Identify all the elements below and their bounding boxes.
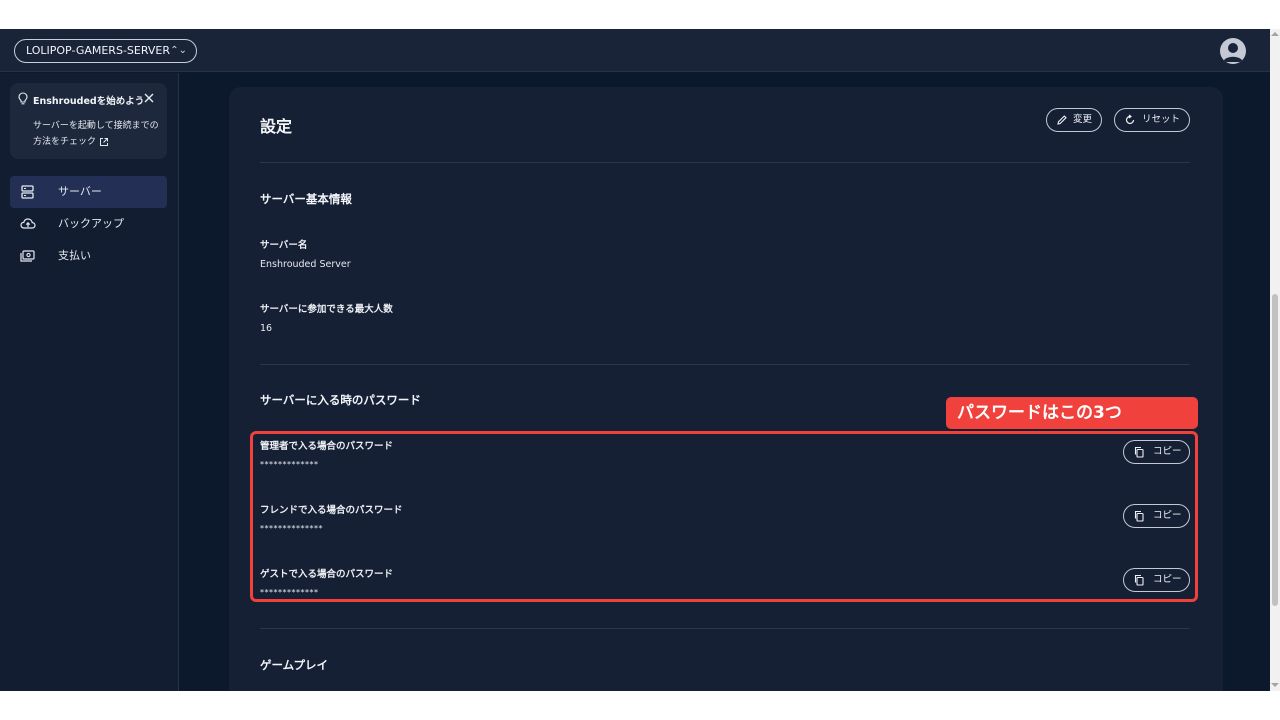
cloud-upload-icon — [20, 218, 36, 229]
sidebar-item-label: バックアップ — [58, 217, 124, 230]
password-section-title: サーバーに入る時のパスワード — [260, 393, 421, 407]
sidebar-item-label: サーバー — [58, 185, 102, 198]
scrollbar[interactable] — [1270, 29, 1280, 691]
max-players-label: サーバーに参加できる最大人数 — [260, 304, 393, 315]
app-window: LOLIPOP-GAMERS-SERVER ⌃⌄ Enshroudedを始めよう… — [0, 29, 1280, 691]
divider — [260, 628, 1190, 629]
divider — [260, 162, 1190, 163]
server-name-label: サーバー名 — [260, 240, 308, 251]
getting-started-card: Enshroudedを始めよう サーバーを起動して接続までの方法をチェック — [10, 83, 167, 159]
chevron-up-down-icon: ⌃⌄ — [170, 45, 187, 56]
server-select[interactable]: LOLIPOP-GAMERS-SERVER ⌃⌄ — [14, 39, 197, 63]
pencil-icon — [1057, 115, 1067, 125]
hint-title: Enshroudedを始めよう — [33, 96, 145, 107]
sidebar-nav: サーバー バックアップ 支払い — [10, 176, 167, 272]
server-name-value: Enshrouded Server — [260, 259, 351, 270]
lightbulb-icon — [18, 92, 28, 105]
edit-button[interactable]: 変更 — [1046, 108, 1102, 132]
password-highlight-box — [250, 431, 1198, 602]
external-link-icon — [99, 137, 108, 146]
avatar[interactable] — [1220, 38, 1246, 64]
sidebar-item-payment[interactable]: 支払い — [10, 240, 167, 272]
sidebar-item-label: 支払い — [58, 249, 91, 262]
sidebar: Enshroudedを始めよう サーバーを起動して接続までの方法をチェック サー… — [0, 73, 179, 691]
sidebar-item-backup[interactable]: バックアップ — [10, 208, 167, 240]
sidebar-item-server[interactable]: サーバー — [10, 176, 167, 208]
scroll-up-arrow-icon[interactable] — [1271, 32, 1279, 36]
edit-button-label: 変更 — [1073, 114, 1093, 125]
refresh-icon — [1125, 114, 1135, 125]
top-bar: LOLIPOP-GAMERS-SERVER ⌃⌄ — [0, 29, 1270, 72]
close-icon[interactable] — [142, 91, 156, 105]
reset-button[interactable]: リセット — [1114, 108, 1190, 132]
page-title: 設定 — [260, 117, 293, 136]
reset-button-label: リセット — [1142, 114, 1181, 125]
user-icon — [1223, 43, 1243, 62]
gameplay-section-title: ゲームプレイ — [260, 658, 328, 672]
divider — [260, 364, 1190, 365]
annotation-callout: パスワードはこの3つ — [946, 397, 1198, 429]
hint-body-text: サーバーを起動して接続までの方法をチェック — [33, 121, 159, 147]
scroll-down-arrow-icon[interactable] — [1271, 683, 1279, 687]
server-icon — [21, 185, 34, 199]
max-players-value: 16 — [260, 323, 273, 334]
server-select-label: LOLIPOP-GAMERS-SERVER — [26, 44, 170, 57]
basic-info-title: サーバー基本情報 — [260, 192, 352, 206]
scroll-thumb[interactable] — [1272, 294, 1278, 606]
hint-link[interactable]: サーバーを起動して接続までの方法をチェック — [33, 118, 161, 150]
payment-icon — [20, 250, 35, 262]
